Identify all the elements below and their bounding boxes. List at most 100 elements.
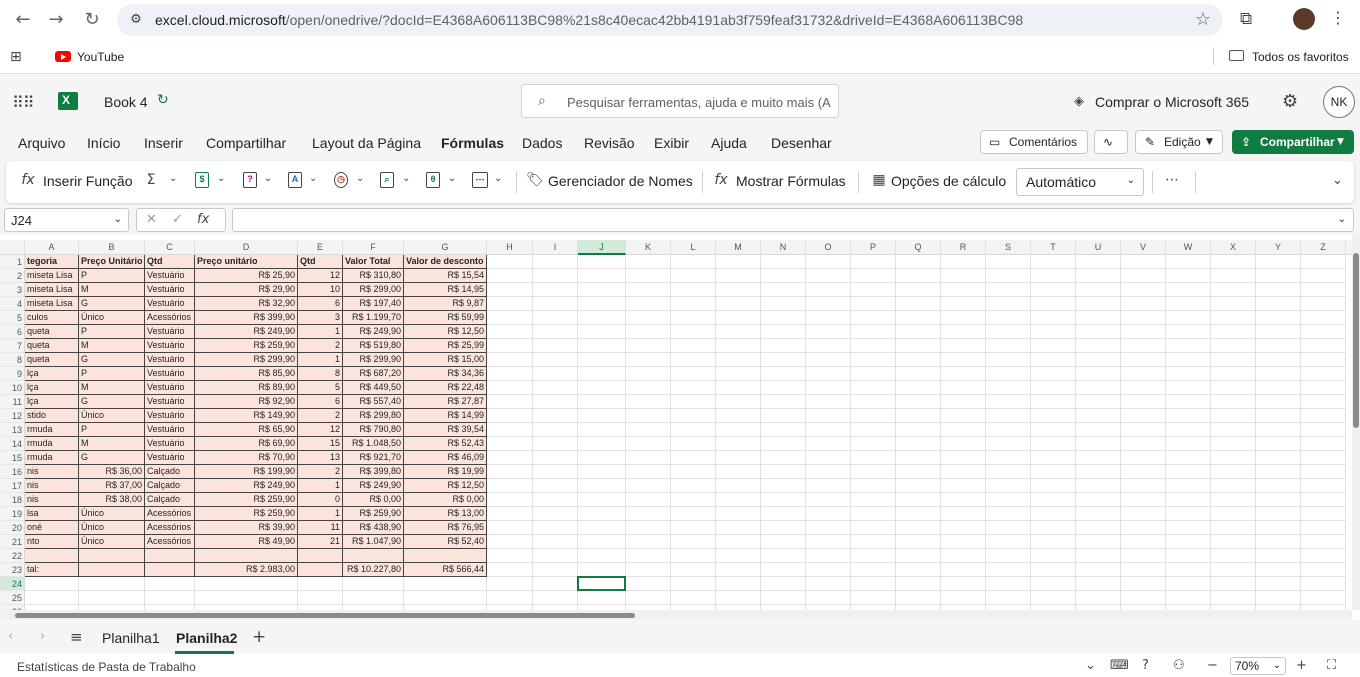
- worksheet-grid[interactable]: ABCDEFGHIJKLMNOPQRSTUVWXYZ 1 tegoria Preço…: [0, 240, 1352, 610]
- grid-cell[interactable]: [578, 451, 626, 465]
- grid-cell[interactable]: [716, 367, 761, 381]
- tab-ajuda[interactable]: Ajuda: [711, 135, 747, 151]
- grid-cell[interactable]: Único: [79, 409, 145, 423]
- grid-cell[interactable]: R$ 89,90: [195, 381, 298, 395]
- grid-cell[interactable]: [298, 577, 343, 591]
- grid-cell[interactable]: [761, 521, 806, 535]
- grid-cell[interactable]: [806, 283, 851, 297]
- grid-cell[interactable]: [806, 479, 851, 493]
- grid-cell[interactable]: [941, 577, 986, 591]
- grid-cell[interactable]: [716, 521, 761, 535]
- calculator-icon[interactable]: ▦: [871, 171, 887, 189]
- grid-cell[interactable]: [578, 269, 626, 283]
- grid-cell[interactable]: [1031, 577, 1076, 591]
- grid-cell[interactable]: [626, 451, 671, 465]
- grid-cell[interactable]: [986, 493, 1031, 507]
- grid-cell[interactable]: [986, 297, 1031, 311]
- grid-cell[interactable]: nis: [25, 465, 79, 479]
- grid-cell[interactable]: stido: [25, 409, 79, 423]
- row-header[interactable]: 15: [0, 451, 25, 465]
- grid-cell[interactable]: [851, 507, 896, 521]
- grid-cell[interactable]: [1121, 563, 1166, 577]
- chevron-down-icon[interactable]: ⌄: [309, 173, 317, 184]
- grid-cell[interactable]: [533, 591, 578, 605]
- grid-cell[interactable]: [1166, 283, 1211, 297]
- grid-cell[interactable]: [626, 507, 671, 521]
- activity-button[interactable]: ∿: [1094, 130, 1128, 154]
- grid-cell[interactable]: [1031, 311, 1076, 325]
- grid-cell[interactable]: [671, 591, 716, 605]
- grid-cell[interactable]: [941, 367, 986, 381]
- grid-cell[interactable]: [1076, 367, 1121, 381]
- grid-cell[interactable]: [1256, 577, 1301, 591]
- grid-cell[interactable]: [487, 423, 533, 437]
- row-header[interactable]: 23: [0, 563, 25, 577]
- grid-cell[interactable]: [761, 353, 806, 367]
- grid-cell[interactable]: [716, 297, 761, 311]
- grid-cell[interactable]: R$ 32,90: [195, 297, 298, 311]
- grid-cell[interactable]: [716, 479, 761, 493]
- grid-cell[interactable]: [1076, 591, 1121, 605]
- grid-cell[interactable]: [716, 493, 761, 507]
- more-options-icon[interactable]: ⋯: [1161, 171, 1183, 189]
- grid-cell[interactable]: [941, 423, 986, 437]
- grid-cell[interactable]: [761, 381, 806, 395]
- grid-cell[interactable]: Valor de desconto: [404, 255, 487, 269]
- grid-cell[interactable]: [533, 451, 578, 465]
- grid-cell[interactable]: [533, 409, 578, 423]
- buy-microsoft-365[interactable]: Comprar o Microsoft 365: [1095, 94, 1249, 110]
- grid-cell[interactable]: 6: [298, 395, 343, 409]
- grid-cell[interactable]: [626, 521, 671, 535]
- grid-cell[interactable]: [1301, 325, 1346, 339]
- grid-cell[interactable]: [1121, 381, 1166, 395]
- grid-cell[interactable]: [533, 479, 578, 493]
- grid-cell[interactable]: [986, 367, 1031, 381]
- grid-cell[interactable]: R$ 2.983,00: [195, 563, 298, 577]
- grid-cell[interactable]: [1211, 367, 1256, 381]
- grid-cell[interactable]: [1166, 465, 1211, 479]
- grid-cell[interactable]: [626, 339, 671, 353]
- grid-cell[interactable]: [941, 479, 986, 493]
- grid-cell[interactable]: [1121, 493, 1166, 507]
- grid-cell[interactable]: [986, 381, 1031, 395]
- grid-cell[interactable]: [1256, 521, 1301, 535]
- grid-cell[interactable]: [1076, 563, 1121, 577]
- grid-cell[interactable]: [487, 465, 533, 479]
- grid-cell[interactable]: [1031, 255, 1076, 269]
- grid-cell[interactable]: Calçado: [145, 493, 195, 507]
- grid-cell[interactable]: [806, 423, 851, 437]
- chevron-down-icon[interactable]: ⌄: [169, 173, 177, 184]
- grid-cell[interactable]: [1031, 283, 1076, 297]
- excel-logo-icon[interactable]: X: [58, 92, 78, 110]
- grid-cell[interactable]: [761, 479, 806, 493]
- grid-cell[interactable]: [761, 591, 806, 605]
- grid-cell[interactable]: [533, 283, 578, 297]
- grid-cell[interactable]: [1166, 409, 1211, 423]
- insert-function-button[interactable]: Inserir Função: [43, 173, 132, 189]
- grid-cell[interactable]: [941, 549, 986, 563]
- grid-cell[interactable]: [1256, 353, 1301, 367]
- grid-cell[interactable]: R$ 259,90: [195, 507, 298, 521]
- grid-cell[interactable]: [1076, 381, 1121, 395]
- grid-cell[interactable]: [761, 423, 806, 437]
- grid-cell[interactable]: [1166, 269, 1211, 283]
- grid-cell[interactable]: [404, 549, 487, 563]
- grid-cell[interactable]: [1211, 409, 1256, 423]
- grid-cell[interactable]: R$ 310,80: [343, 269, 404, 283]
- grid-cell[interactable]: [806, 563, 851, 577]
- grid-cell[interactable]: [1076, 479, 1121, 493]
- grid-cell[interactable]: 1: [298, 479, 343, 493]
- grid-cell[interactable]: [1301, 283, 1346, 297]
- row-header[interactable]: 7: [0, 339, 25, 353]
- grid-cell[interactable]: [896, 535, 941, 549]
- column-header[interactable]: A: [25, 240, 79, 255]
- grid-cell[interactable]: R$ 566,44: [404, 563, 487, 577]
- row-header[interactable]: 1: [0, 255, 25, 269]
- tab-arquivo[interactable]: Arquivo: [18, 135, 65, 151]
- grid-cell[interactable]: [1121, 591, 1166, 605]
- grid-cell[interactable]: Vestuário: [145, 269, 195, 283]
- grid-cell[interactable]: [671, 353, 716, 367]
- grid-cell[interactable]: [986, 465, 1031, 479]
- grid-cell[interactable]: [851, 395, 896, 409]
- grid-cell[interactable]: [1211, 311, 1256, 325]
